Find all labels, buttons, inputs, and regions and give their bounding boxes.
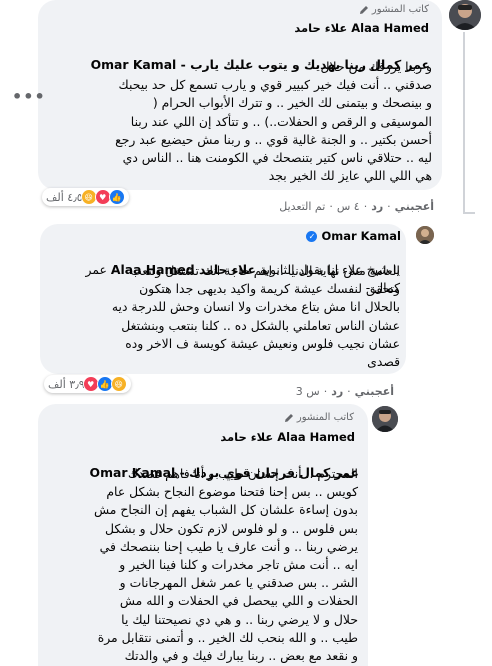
comment-author-row: كاتب المنشور bbox=[284, 412, 354, 423]
haha-icon: 😆 bbox=[110, 376, 127, 392]
comment-author-name[interactable]: Omar Kamal bbox=[321, 229, 401, 243]
comment-body: المحترم .. أنت إنسان طيب و أنا فاهم قصدك… bbox=[94, 466, 358, 664]
comment-author[interactable]: Omar Kamal ✓ bbox=[306, 229, 401, 243]
comment-author-name[interactable]: علاء حامد Alaa Hamed bbox=[220, 430, 355, 444]
comment-time[interactable]: 3 س bbox=[296, 385, 320, 398]
thread-line bbox=[463, 32, 465, 212]
dot-sep: · bbox=[329, 200, 333, 213]
dot-sep: · bbox=[347, 385, 351, 398]
more-options-icon[interactable]: ••• bbox=[12, 87, 46, 106]
comment-actions: أعجبني · رد · 3 س bbox=[296, 385, 394, 398]
author-badge: كاتب المنشور bbox=[284, 412, 354, 423]
verified-check-icon: ✓ bbox=[306, 230, 318, 242]
comment-author[interactable]: علاء حامد Alaa Hamed bbox=[220, 430, 355, 444]
comment-time[interactable]: ٤ س bbox=[337, 200, 360, 213]
like-action[interactable]: أعجبني bbox=[355, 385, 394, 398]
comment-body: و ربنا يرزقك من حلال صدقني .. أنت فيك خي… bbox=[115, 59, 432, 184]
reaction-count: ٣٫٩ ألف bbox=[48, 377, 85, 391]
reaction-summary[interactable]: ٤٫٥ ألف 😆 ♥ 👍 bbox=[42, 188, 129, 206]
like-icon: 👍 bbox=[108, 189, 125, 205]
reply-action[interactable]: رد bbox=[331, 385, 343, 398]
dot-sep: · bbox=[387, 200, 391, 213]
edited-label: تم التعديل bbox=[279, 200, 326, 213]
pencil-icon bbox=[359, 5, 368, 14]
avatar[interactable] bbox=[449, 0, 481, 30]
avatar[interactable] bbox=[416, 226, 434, 244]
comment-actions: أعجبني · رد · ٤ س · تم التعديل bbox=[279, 200, 434, 213]
comment-body: العامة مش نهاية الدنيا .. اهم حاجة انك ت… bbox=[111, 263, 400, 370]
pencil-icon bbox=[284, 413, 293, 422]
author-badge-label: كاتب المنشور bbox=[296, 412, 354, 423]
dot-sep: · bbox=[323, 385, 328, 398]
reaction-summary[interactable]: ٣٫٩ ألف ♥ 👍 😆 bbox=[44, 375, 131, 393]
thread-line bbox=[463, 212, 475, 214]
comment-author-row: كاتب المنشور bbox=[359, 4, 429, 15]
comment-author[interactable]: علاء حامد Alaa Hamed bbox=[294, 21, 429, 35]
reply-action[interactable]: رد bbox=[371, 200, 383, 213]
reaction-count: ٤٫٥ ألف bbox=[46, 190, 83, 204]
dot-sep: · bbox=[363, 200, 368, 213]
like-action[interactable]: أعجبني bbox=[395, 200, 434, 213]
author-badge: كاتب المنشور bbox=[359, 4, 429, 15]
avatar[interactable] bbox=[372, 406, 398, 432]
comment-author-name[interactable]: علاء حامد Alaa Hamed bbox=[294, 21, 429, 35]
author-badge-label: كاتب المنشور bbox=[371, 4, 429, 15]
